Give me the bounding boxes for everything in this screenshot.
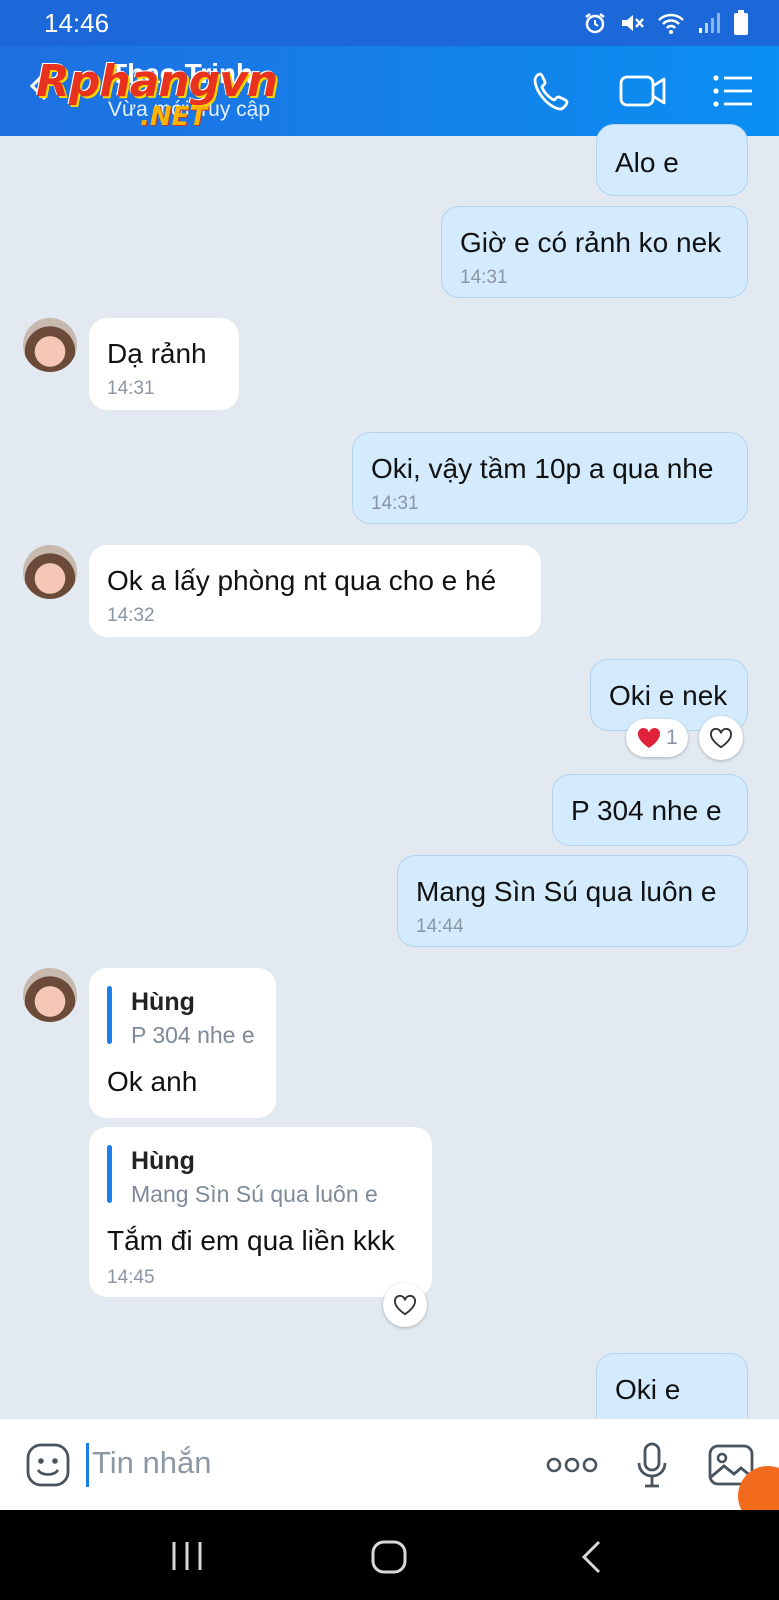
wifi-icon xyxy=(657,11,685,40)
message-text: Mang Sìn Sú qua luôn e xyxy=(416,876,717,907)
react-heart-button[interactable] xyxy=(699,716,743,760)
avatar[interactable] xyxy=(23,545,77,599)
reaction-count: 1 xyxy=(666,726,678,749)
chat-header: Thao Trinh Vừa mới truy cập Rphangvn .NE… xyxy=(0,46,779,136)
avatar[interactable] xyxy=(23,318,77,372)
message-text: Oki e nek xyxy=(609,680,728,711)
quote-text: P 304 nhe e xyxy=(131,1022,255,1048)
message-time: 14:32 xyxy=(107,605,155,626)
message-text: P 304 nhe e xyxy=(571,795,722,826)
quote-bar xyxy=(107,986,112,1044)
message-text: Tắm đi em qua liền kkk xyxy=(107,1225,395,1256)
message-time: 14:44 xyxy=(416,916,464,937)
message-text: Alo e xyxy=(615,147,679,178)
reaction-summary[interactable]: 1 xyxy=(626,719,688,757)
avatar[interactable] xyxy=(23,968,77,1022)
message-time: 14:45 xyxy=(107,1267,155,1288)
quote-text: Mang Sìn Sú qua luôn e xyxy=(131,1181,378,1207)
emoji-icon[interactable] xyxy=(26,1443,70,1492)
mute-icon xyxy=(619,11,645,40)
message-time: 14:31 xyxy=(107,378,155,399)
message-text: Dạ rảnh xyxy=(107,338,207,369)
message-incoming-reply[interactable]: Hùng P 304 nhe e Ok anh xyxy=(89,968,276,1118)
system-nav-bar xyxy=(0,1510,779,1600)
heart-icon xyxy=(394,1294,416,1316)
recent-apps-icon[interactable] xyxy=(170,1540,204,1577)
signal-icon xyxy=(697,11,721,40)
menu-list-icon[interactable] xyxy=(712,70,758,112)
message-time: 14:31 xyxy=(460,267,508,288)
text-cursor xyxy=(86,1443,89,1487)
message-text: Oki, vậy tầm 10p a qua nhe xyxy=(371,453,714,484)
alarm-icon xyxy=(583,11,607,40)
message-outgoing[interactable]: Alo e xyxy=(596,124,748,196)
quote-bar xyxy=(107,1145,112,1203)
message-incoming[interactable]: Ok a lấy phòng nt qua cho e hé 14:32 xyxy=(89,545,541,637)
message-outgoing[interactable]: P 304 nhe e xyxy=(552,774,748,846)
message-text: Ok anh xyxy=(107,1066,198,1097)
heart-icon xyxy=(710,727,732,749)
home-icon[interactable] xyxy=(371,1540,407,1579)
status-time: 14:46 xyxy=(44,8,110,38)
message-input[interactable]: Tin nhắn xyxy=(92,1445,212,1481)
message-incoming[interactable]: Dạ rảnh 14:31 xyxy=(89,318,239,410)
nav-back-icon[interactable] xyxy=(580,1540,604,1579)
heart-icon xyxy=(637,727,661,748)
message-text: Ok a lấy phòng nt qua cho e hé xyxy=(107,565,497,596)
react-heart-button[interactable] xyxy=(383,1283,427,1327)
quote-sender: Hùng xyxy=(131,988,195,1016)
quote-sender: Hùng xyxy=(131,1147,195,1175)
message-incoming-reply[interactable]: Hùng Mang Sìn Sú qua luôn e Tắm đi em qu… xyxy=(89,1127,432,1297)
video-call-icon[interactable] xyxy=(618,70,666,112)
message-time: 14:31 xyxy=(371,493,419,514)
phone-icon[interactable] xyxy=(530,70,576,112)
microphone-icon[interactable] xyxy=(636,1441,668,1494)
status-icons xyxy=(583,10,749,41)
message-text: Oki e xyxy=(615,1374,681,1405)
message-outgoing[interactable]: Giờ e có rảnh ko nek 14:31 xyxy=(441,206,748,298)
message-text: Giờ e có rảnh ko nek xyxy=(460,227,722,258)
message-outgoing[interactable]: Mang Sìn Sú qua luôn e 14:44 xyxy=(397,855,748,947)
status-bar: 14:46 xyxy=(0,0,779,46)
watermark-logo: Rphangvn xyxy=(36,56,278,107)
message-outgoing[interactable]: Oki, vậy tầm 10p a qua nhe 14:31 xyxy=(352,432,748,524)
message-input-bar: Tin nhắn xyxy=(0,1418,779,1510)
battery-icon xyxy=(733,10,749,41)
more-dots-icon[interactable] xyxy=(546,1455,598,1480)
watermark-logo-sub: .NET xyxy=(140,102,208,132)
